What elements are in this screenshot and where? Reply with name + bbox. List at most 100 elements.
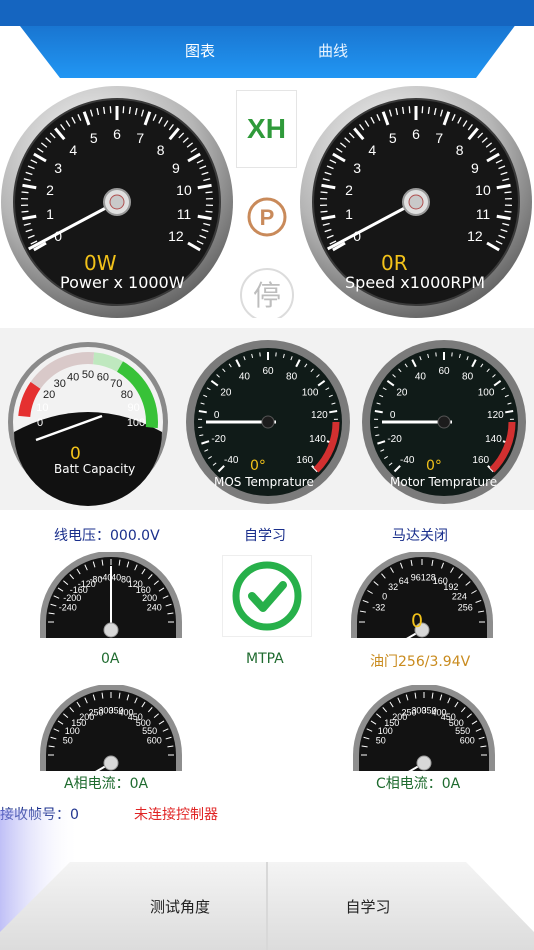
tick-label: 600 [460,735,475,745]
park-icon: P [243,193,291,241]
tick-label: 120 [487,410,504,421]
tick-label: 40 [111,572,121,582]
tick-label: 12 [168,228,184,244]
tick-label: 10 [475,182,491,198]
tab-curve[interactable]: 曲线 [318,40,348,61]
minor-tick [504,191,512,194]
tick-label: -40 [400,455,415,466]
tick-label: 40 [239,372,251,383]
needle-hub-inner [408,194,424,210]
minor-tick [205,191,213,194]
tick-label: 50 [82,369,94,381]
tick-label: -40 [224,455,239,466]
test-angle-button[interactable]: 测试角度 [80,862,280,950]
tick-label: 160 [472,455,489,466]
needle-hub [103,755,119,771]
controller-status-text: 未连接控制器 [134,807,218,823]
tick-label: 100 [478,387,495,398]
speed-gauge: 0 1 2 3 4 5 6 7 8 9 10 11 12 0R Speed x1000RPM [299,85,534,320]
checkmark-icon [232,561,302,631]
speed-label: Speed x1000RPM [345,273,485,292]
tick-label: 20 [43,389,55,401]
mos-temperature-value: 0° [250,458,266,474]
tick-label: -32 [372,602,385,612]
mos-temperature-gauge: -40 -20 0 20 40 60 80 100 120 140 160 0° MOS Tempr… [184,338,352,506]
motor-temperature-value: 0° [426,458,442,474]
throttle-gauge: -32 0 32 64 96 128 160 192 224 256 0 [349,552,495,638]
tick-label: 7 [136,130,144,146]
speed-value: 0R [381,251,408,275]
tick-label: 5 [389,130,397,146]
tick-label: 11 [177,206,192,222]
tick-label: 1 [46,206,54,222]
tick-label: 80 [462,372,474,383]
tick-label: -240 [59,602,77,612]
header-background [0,0,534,78]
motor-state-text: 马达关闭 [392,528,448,544]
tab-header: 图表 曲线 [0,0,534,80]
tick-label: 32 [388,582,398,592]
tick-label: 10 [36,402,48,414]
tick-label: 40 [67,371,79,383]
tick-label: 10 [176,182,192,198]
tick-label: 240 [147,602,162,612]
motor-temperature-gauge: -40 -20 0 20 40 60 80 100 120 140 160 0° Motor Tem… [360,338,528,506]
tick-label: 4 [368,142,376,158]
tick-label: 0 [214,410,220,421]
stop-icon: 停 [239,267,295,323]
needle-hub [416,755,432,771]
tick-label: 2 [46,182,54,198]
throttle-value: 0 [411,610,424,632]
divider [0,318,534,328]
tick-label: 140 [309,434,326,445]
tab-chart[interactable]: 图表 [185,40,215,61]
tick-label: 50 [63,735,73,745]
tick-label: 0 [390,410,396,421]
battery-gauge: 0 10 20 30 40 50 60 70 80 90 100 0 Batt Capacity [6,338,174,506]
tick-label: 20 [220,387,232,398]
tick-label: 40 [415,372,427,383]
tick-label: 160 [296,455,313,466]
tick-label: 96 [411,572,421,582]
tick-label: 60 [97,371,109,383]
mtpa-caption: MTPA [246,651,284,667]
tick-label: 20 [396,387,408,398]
self-learn-button[interactable]: 自学习 [268,862,468,950]
minor-tick [504,210,512,213]
tick-label: 100 [127,417,145,429]
power-value: 0W [84,251,117,275]
needle-hub-inner [109,194,125,210]
tick-label: 50 [376,735,386,745]
tick-label: 8 [456,142,464,158]
tick-label: 12 [467,228,483,244]
tick-label: 60 [438,366,450,377]
throttle-caption: 油门256/3.94V [370,654,471,670]
xh-indicator: XH [236,90,297,168]
major-tick [198,410,207,414]
minor-tick [320,191,328,194]
battery-label: Batt Capacity [54,462,136,476]
tick-label: 7 [435,130,443,146]
tick-label: 2 [345,182,353,198]
tick-label: 11 [476,206,491,222]
self-learn-status: 自学习 [244,528,286,544]
tick-label: 0 [37,417,43,429]
tick-label: 100 [302,387,319,398]
tick-label: 30 [54,378,66,390]
tick-label: 6 [412,126,420,142]
bottom-bar: 测试角度 自学习 [0,862,534,950]
tick-label: 0 [382,591,387,601]
tick-label: 1 [345,206,353,222]
tick-label: 3 [54,160,62,176]
tick-label: 5 [90,130,98,146]
tick-label: 9 [172,160,180,176]
tick-label: 60 [262,366,274,377]
mtpa-indicator [222,555,312,637]
minor-tick [21,191,29,194]
line-voltage-text: 线电压：000.0V [54,528,160,544]
app-screen: 图表 曲线 0 1 2 3 4 5 6 7 8 9 10 11 12 0W Power x 1000W … [0,0,534,950]
tick-label: 3 [353,160,361,176]
tick-label: 4 [69,142,77,158]
tick-label: 140 [485,434,502,445]
tick-label: 80 [286,372,298,383]
